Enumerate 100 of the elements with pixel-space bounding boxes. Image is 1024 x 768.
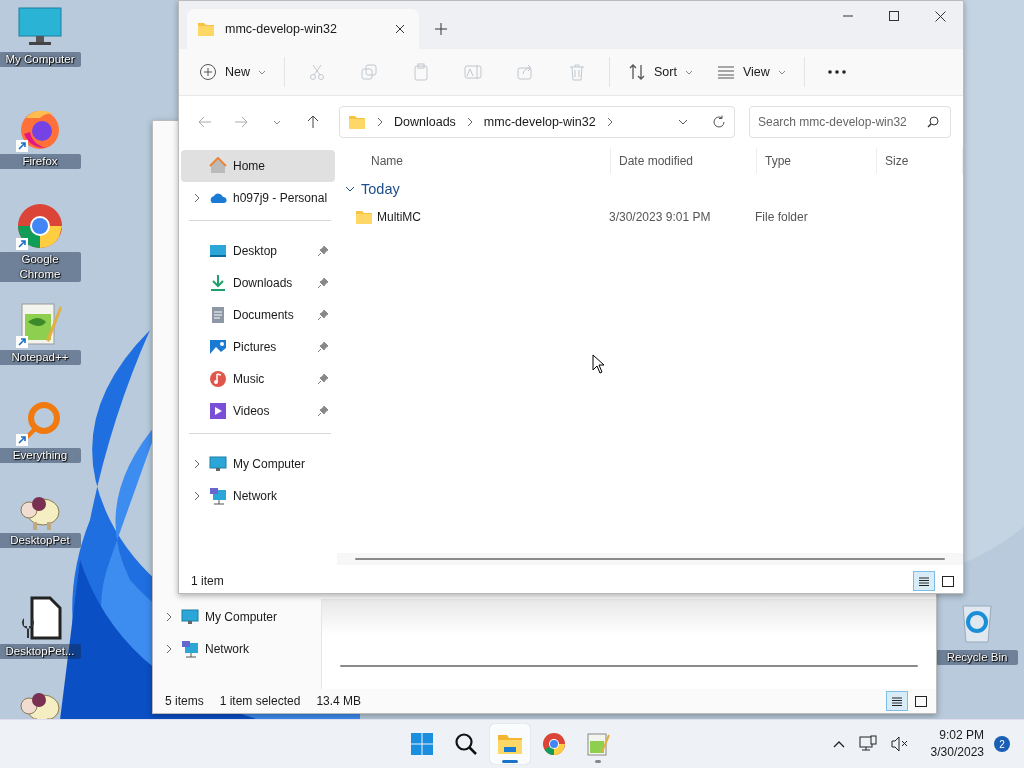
windows-icon — [410, 732, 434, 756]
chevron-right-icon — [376, 117, 384, 127]
folder-icon — [197, 21, 215, 37]
nav-item[interactable]: My Computer — [205, 610, 278, 624]
desktop-icon-label[interactable]: Notepad++ — [0, 350, 81, 365]
desktop-icon-label[interactable]: My Computer — [0, 52, 81, 67]
group-header[interactable]: Today — [337, 174, 963, 204]
desktop-icon-label[interactable]: Google Chrome — [0, 252, 81, 282]
list-icon — [917, 574, 931, 588]
maximize-icon — [889, 11, 899, 21]
notification-badge[interactable]: 2 — [994, 736, 1010, 752]
status-text: 13.4 MB — [316, 694, 362, 708]
clock[interactable]: 9:02 PM 3/30/2023 — [918, 727, 988, 761]
column-header[interactable]: Size — [877, 148, 963, 174]
monitor-icon — [858, 735, 877, 753]
desktop-icon-label[interactable]: DesktopPet — [0, 533, 81, 548]
chart-document-icon — [586, 732, 610, 756]
list-icon — [890, 694, 904, 708]
rename-icon — [464, 63, 482, 81]
folder-icon — [355, 209, 373, 225]
search-icon — [454, 732, 478, 756]
square-icon — [914, 694, 928, 708]
music-note-icon — [209, 370, 227, 388]
network-icon — [209, 487, 227, 505]
clipboard-icon — [412, 63, 430, 81]
type-cell-text: File folder — [754, 210, 809, 224]
explorer-taskbar-button[interactable] — [490, 724, 530, 764]
chrome-icon — [542, 732, 566, 756]
status-text: 5 items — [165, 694, 204, 708]
details-view-button[interactable] — [886, 691, 908, 711]
chevron-right-icon — [605, 117, 614, 127]
download-icon — [209, 274, 227, 292]
pictures-icon — [209, 338, 227, 356]
sort-button[interactable]: Sort — [618, 55, 703, 89]
status-text: 1 item — [191, 574, 224, 588]
column-header[interactable]: Name — [363, 148, 611, 174]
up-arrow-icon — [307, 115, 319, 129]
square-icon — [941, 574, 955, 588]
breadcrumb[interactable]: mmc-develop-win32 — [483, 115, 596, 129]
nav-item[interactable]: Home — [181, 150, 335, 182]
monitor-icon — [209, 455, 227, 473]
dropdown-icon — [678, 119, 688, 125]
view-button[interactable]: View — [706, 55, 796, 89]
plus-circle-icon — [199, 63, 217, 81]
muted-speaker-icon — [890, 736, 909, 752]
plus-icon — [435, 23, 447, 35]
tab-title: mmc-develop-win32 — [225, 22, 338, 36]
address-bar[interactable]: Downloads mmc-develop-win32 — [339, 106, 735, 138]
chevron-right-icon — [465, 117, 474, 127]
chrome-icon — [16, 202, 64, 250]
document-icon — [209, 306, 227, 324]
video-icon — [209, 402, 227, 420]
refresh-icon[interactable] — [712, 115, 726, 129]
caret-icon — [273, 119, 281, 125]
close-icon — [934, 10, 946, 22]
breadcrumb[interactable]: Downloads — [394, 115, 456, 129]
folder-icon — [497, 733, 523, 755]
desktop-icon — [209, 242, 227, 260]
nav-item[interactable]: Network — [205, 642, 249, 656]
desktop-icon-label[interactable]: Firefox — [0, 154, 81, 169]
scrollbar[interactable] — [340, 665, 918, 667]
nav-item[interactable]: Pictures — [181, 331, 335, 363]
nav-item[interactable]: Documents — [181, 299, 335, 331]
caret-icon — [258, 69, 266, 75]
nav-item[interactable]: h097j9 - Personal — [181, 182, 335, 214]
column-header[interactable]: Date modified — [611, 148, 757, 174]
nav-item[interactable]: Desktop — [181, 235, 335, 267]
caret-icon — [684, 69, 693, 75]
window-tab[interactable]: mmc-develop-win32 — [187, 9, 419, 49]
file-name[interactable]: MultiMC — [377, 210, 421, 224]
forward-arrow-icon — [234, 116, 248, 128]
sheep-icon — [20, 496, 60, 531]
chevron-down-icon — [345, 186, 355, 192]
nav-item[interactable]: Videos — [181, 395, 335, 427]
house-icon — [209, 157, 227, 175]
column-header[interactable]: Type — [757, 148, 877, 174]
more-icon — [826, 69, 847, 75]
nav-item[interactable]: Music — [181, 363, 335, 395]
caret-icon — [777, 69, 786, 75]
nav-item[interactable]: My Computer — [181, 448, 335, 480]
scrollbar[interactable] — [355, 558, 945, 560]
folder-icon — [348, 114, 366, 130]
details-view-button[interactable] — [913, 571, 935, 591]
desktop-icon-label[interactable]: Everything — [0, 448, 81, 463]
search-field[interactable]: Search mmc-develop-win32 — [749, 106, 951, 138]
scissors-icon — [308, 63, 326, 81]
mouse-pointer-icon — [592, 354, 605, 374]
search-icon — [927, 116, 939, 128]
nav-item[interactable]: Downloads — [181, 267, 335, 299]
date-cell-text: 3/30/2023 9:01 PM — [608, 210, 712, 224]
network-icon — [181, 640, 199, 658]
nav-item[interactable]: Network — [181, 480, 335, 512]
status-text: 1 item selected — [219, 694, 301, 708]
new-button[interactable]: New — [189, 55, 276, 89]
lines-icon — [716, 63, 735, 81]
desktop-icon-label[interactable]: Recycle Bin — [936, 650, 1018, 665]
share-icon — [516, 63, 534, 81]
sort-icon — [628, 63, 646, 81]
chevron-up-icon — [832, 740, 845, 748]
monitor-icon — [181, 608, 199, 626]
